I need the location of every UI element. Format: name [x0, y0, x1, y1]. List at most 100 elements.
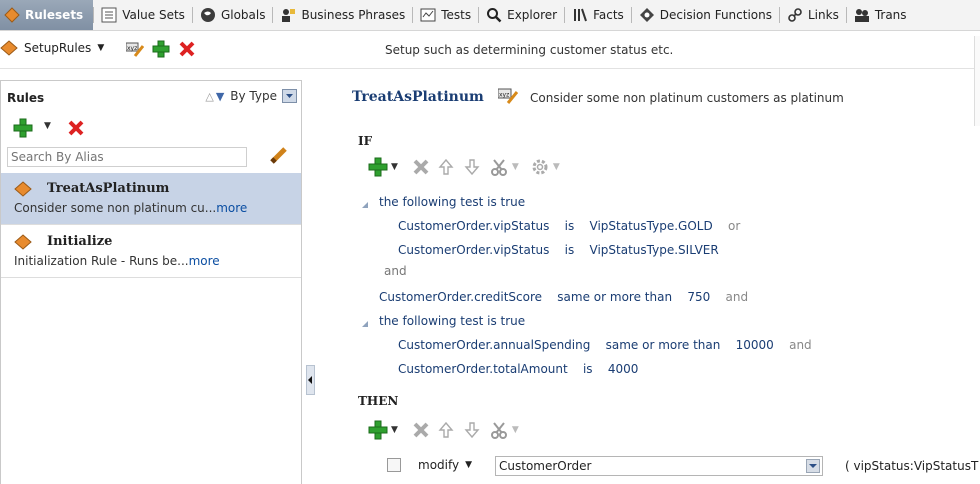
rules-panel: Rules △ ▼ By Type ▼ TreatAsPlatinum Cons… — [0, 80, 302, 484]
action-checkbox[interactable] — [387, 458, 401, 472]
condition-operator[interactable]: same or more than — [606, 338, 721, 352]
delete-rule-icon[interactable] — [67, 119, 85, 137]
main-tab-bar: Rulesets Value Sets Globals Business Phr… — [0, 0, 980, 31]
move-down-icon[interactable] — [464, 158, 480, 176]
cut-icon[interactable] — [490, 158, 508, 176]
rule-description: Consider some non platinum cu...more — [14, 201, 247, 215]
then-toolbar: ▼ ▼ — [368, 420, 519, 440]
move-up-icon[interactable] — [438, 158, 454, 176]
expand-group-triangle-icon[interactable] — [361, 317, 369, 331]
tab-rulesets[interactable]: Rulesets — [0, 0, 94, 30]
condition-lhs[interactable]: CustomerOrder.totalAmount — [398, 362, 568, 376]
condition-operator[interactable]: is — [565, 219, 575, 233]
tab-links[interactable]: Links — [780, 0, 846, 30]
more-link[interactable]: more — [189, 254, 220, 268]
tab-label: Globals — [220, 8, 266, 22]
condition-rhs[interactable]: 750 — [687, 290, 710, 304]
condition-lhs[interactable]: CustomerOrder.vipStatus — [398, 219, 549, 233]
condition-conjunction[interactable]: or — [728, 219, 740, 233]
ruleset-dropdown[interactable]: SetupRules ▼ — [0, 40, 104, 56]
cut-icon[interactable] — [490, 421, 508, 439]
rule-name: Initialize — [47, 234, 113, 249]
add-condition-dropdown-icon[interactable]: ▼ — [391, 162, 398, 172]
rules-panel-title: Rules — [7, 91, 45, 105]
condition-operator[interactable]: is — [565, 243, 575, 257]
edit-rule-icon[interactable]: xyz — [497, 88, 519, 104]
tab-tests[interactable]: Tests — [413, 0, 478, 30]
condition-row[interactable]: CustomerOrder.totalAmount is 4000 — [398, 362, 638, 376]
rule-list-item-treatasplatinum[interactable]: TreatAsPlatinum Consider some non platin… — [1, 173, 301, 225]
condition-rhs[interactable]: VipStatusType.GOLD — [590, 219, 713, 233]
condition-row[interactable]: CustomerOrder.annualSpending same or mor… — [398, 338, 812, 352]
condition-rhs[interactable]: VipStatusType.SILVER — [590, 243, 719, 257]
rule-diamond-icon — [14, 181, 32, 197]
add-action-dropdown-icon[interactable]: ▼ — [391, 425, 398, 435]
condition-row[interactable]: CustomerOrder.vipStatus is VipStatusType… — [398, 219, 740, 233]
add-action-icon[interactable] — [368, 420, 388, 440]
svg-text:xyz: xyz — [499, 92, 509, 99]
add-rule-dropdown-icon[interactable]: ▼ — [44, 121, 51, 131]
expand-group-triangle-icon[interactable] — [361, 198, 369, 212]
add-ruleset-icon[interactable] — [152, 40, 170, 58]
condition-rhs[interactable]: 4000 — [608, 362, 639, 376]
tab-explorer[interactable]: Explorer — [479, 0, 564, 30]
condition-lhs[interactable]: CustomerOrder.annualSpending — [398, 338, 590, 352]
sort-control[interactable]: △ ▼ By Type — [205, 89, 297, 103]
condition-lhs[interactable]: CustomerOrder.creditScore — [379, 290, 542, 304]
tab-business-phrases[interactable]: Business Phrases — [273, 0, 412, 30]
move-down-icon[interactable] — [464, 421, 480, 439]
cut-dropdown-icon[interactable]: ▼ — [512, 162, 519, 172]
tab-label: Business Phrases — [301, 8, 406, 22]
business-phrases-icon — [280, 7, 296, 23]
ruleset-description: Setup such as determining customer statu… — [385, 43, 674, 57]
delete-ruleset-icon[interactable] — [178, 40, 196, 58]
tab-label: Decision Functions — [659, 8, 772, 22]
tab-label: Trans — [874, 8, 907, 22]
sort-dropdown-button[interactable] — [282, 89, 297, 103]
action-target-value: CustomerOrder — [499, 459, 592, 473]
cut-dropdown-icon[interactable]: ▼ — [512, 425, 519, 435]
tab-translations[interactable]: Trans — [847, 0, 914, 30]
condition-row[interactable]: CustomerOrder.vipStatus is VipStatusType… — [398, 243, 719, 257]
rule-title[interactable]: TreatAsPlatinum — [352, 89, 484, 105]
tab-label: Facts — [593, 8, 624, 22]
condition-operator[interactable]: is — [583, 362, 593, 376]
sort-descending-icon[interactable]: ▼ — [216, 90, 224, 103]
rule-list-item-initialize[interactable]: Initialize Initialization Rule - Runs be… — [1, 226, 301, 278]
condition-rhs[interactable]: 10000 — [736, 338, 774, 352]
action-target-select[interactable]: CustomerOrder — [495, 456, 823, 476]
tab-facts[interactable]: Facts — [565, 0, 631, 30]
settings-gear-icon[interactable] — [531, 158, 549, 176]
chevron-down-icon: ▼ — [97, 43, 105, 53]
sort-ascending-icon[interactable]: △ — [205, 90, 213, 103]
delete-condition-icon[interactable] — [412, 158, 430, 176]
move-up-icon[interactable] — [438, 421, 454, 439]
collapse-panel-handle[interactable] — [306, 365, 315, 395]
more-link[interactable]: more — [216, 201, 247, 215]
rule-diamond-icon — [14, 234, 32, 250]
group-conjunction[interactable]: and — [384, 264, 407, 278]
tab-value-sets[interactable]: Value Sets — [94, 0, 192, 30]
clear-search-eraser-icon[interactable] — [269, 145, 289, 165]
link-icon — [787, 7, 803, 23]
action-assignment[interactable]: ( vipStatus:VipStatusT — [845, 459, 978, 473]
tab-globals[interactable]: Globals — [193, 0, 273, 30]
action-verb-dropdown[interactable]: modify ▼ — [418, 458, 472, 472]
condition-lhs[interactable]: CustomerOrder.vipStatus — [398, 243, 549, 257]
if-keyword: IF — [358, 134, 373, 148]
condition-conjunction[interactable]: and — [725, 290, 748, 304]
add-condition-icon[interactable] — [368, 157, 388, 177]
add-rule-icon[interactable] — [13, 118, 33, 138]
condition-conjunction[interactable]: and — [789, 338, 812, 352]
edit-ruleset-icon[interactable]: xyz — [125, 41, 145, 57]
select-dropdown-button[interactable] — [806, 459, 820, 473]
delete-action-icon[interactable] — [412, 421, 430, 439]
condition-row[interactable]: CustomerOrder.creditScore same or more t… — [379, 290, 748, 304]
condition-group-title[interactable]: the following test is true — [379, 195, 525, 209]
tab-decision-functions[interactable]: Decision Functions — [632, 0, 779, 30]
condition-group-title[interactable]: the following test is true — [379, 314, 525, 328]
search-rules-input[interactable] — [7, 147, 247, 167]
settings-dropdown-icon[interactable]: ▼ — [553, 162, 560, 172]
condition-operator[interactable]: same or more than — [557, 290, 672, 304]
facts-icon — [572, 7, 588, 23]
